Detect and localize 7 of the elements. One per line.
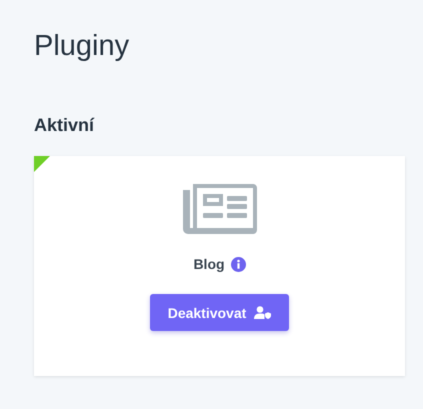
section-heading: Aktivní [34,115,96,136]
info-icon[interactable] [230,256,246,272]
user-shield-icon [254,306,272,319]
plugin-name: Blog [193,256,225,272]
newspaper-icon [182,184,256,234]
page-title: Pluginy [34,30,130,63]
deactivate-button[interactable]: Deaktivovat [150,294,290,331]
